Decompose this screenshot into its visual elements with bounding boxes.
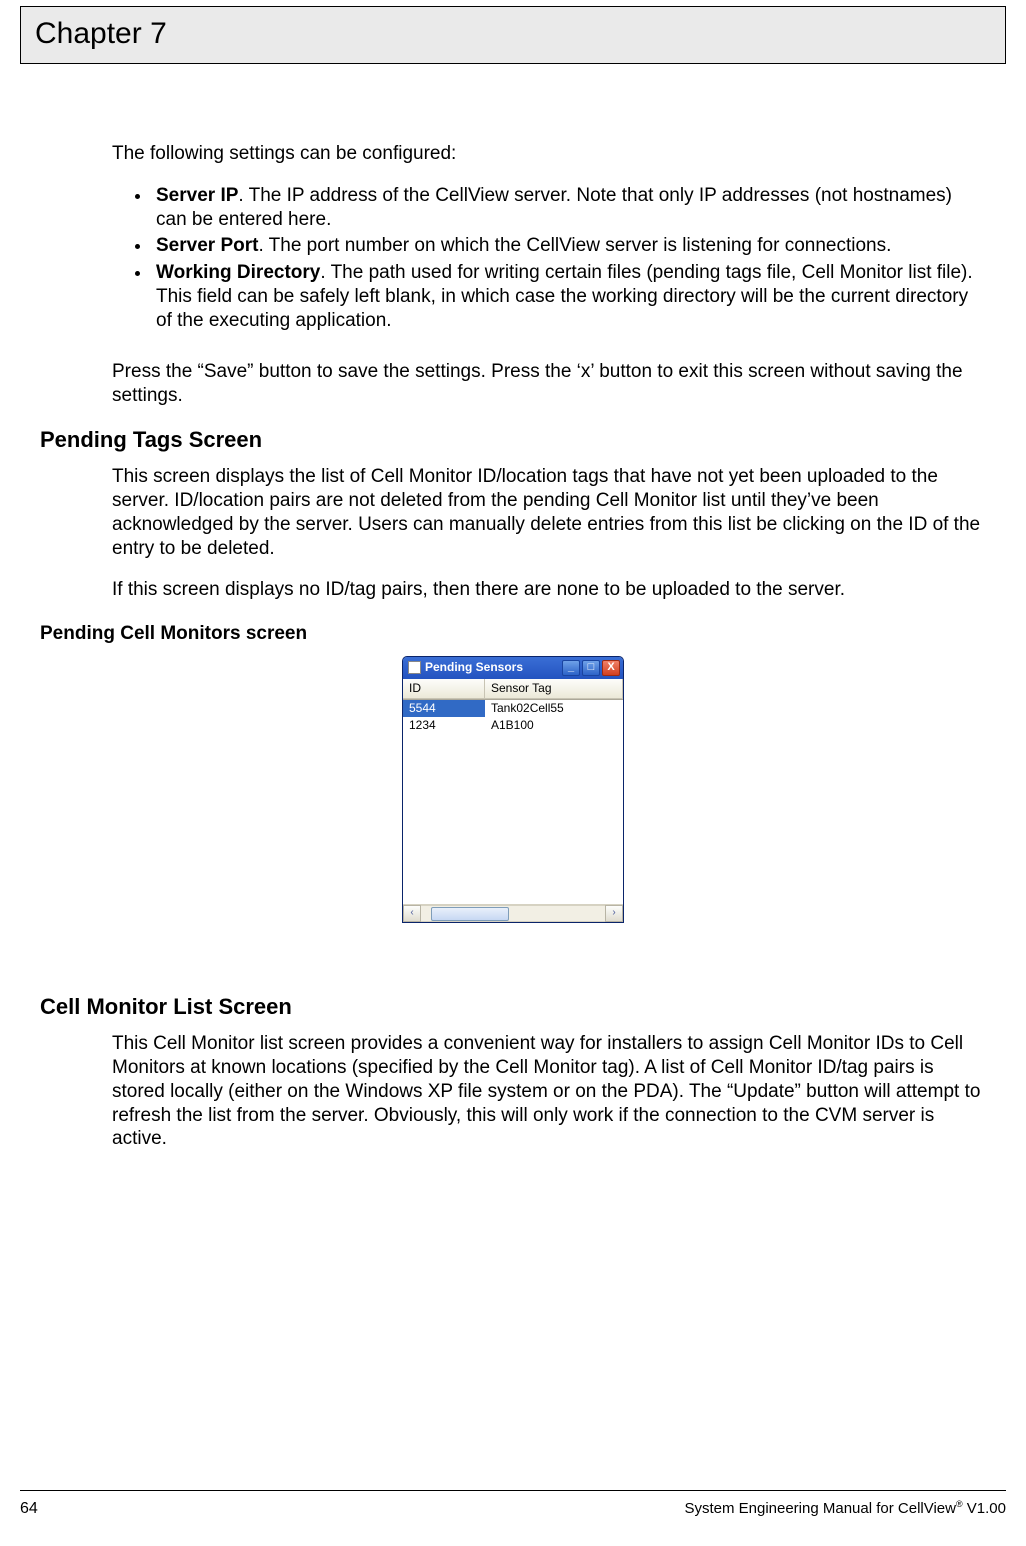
chevron-right-icon: › xyxy=(612,907,615,920)
chevron-left-icon: ‹ xyxy=(410,907,413,920)
table-row[interactable]: 1234 A1B100 xyxy=(403,717,623,734)
maximize-button[interactable]: □ xyxy=(582,660,600,676)
footer-text-1: System Engineering Manual for CellView xyxy=(684,1500,956,1517)
scroll-thumb[interactable] xyxy=(431,907,509,921)
list-area[interactable]: 5544 Tank02Cell55 1234 A1B100 xyxy=(403,700,623,904)
pending-p2: If this screen displays no ID/tag pairs,… xyxy=(112,578,986,602)
save-note: Press the “Save” button to save the sett… xyxy=(112,360,986,408)
minimize-icon: _ xyxy=(568,661,574,675)
figure-caption: Pending Cell Monitors screen xyxy=(40,622,986,646)
registered-mark: ® xyxy=(956,1499,963,1509)
list-item: Server Port. The port number on which th… xyxy=(152,234,980,258)
page-number: 64 xyxy=(20,1500,38,1518)
list-p1: This Cell Monitor list screen provides a… xyxy=(112,1032,986,1151)
chapter-header: Chapter 7 xyxy=(20,6,1006,64)
settings-list: Server IP. The IP address of the CellVie… xyxy=(152,184,986,333)
cell-id: 5544 xyxy=(403,700,485,717)
cell-tag: Tank02Cell55 xyxy=(485,700,623,717)
pending-p1: This screen displays the list of Cell Mo… xyxy=(112,465,986,560)
window-title: Pending Sensors xyxy=(425,660,523,675)
footer-doc-title: System Engineering Manual for CellView® … xyxy=(684,1499,1006,1517)
column-header-tag[interactable]: Sensor Tag xyxy=(485,679,623,699)
page-footer: 64 System Engineering Manual for CellVie… xyxy=(20,1490,1006,1518)
footer-text-2: V1.00 xyxy=(963,1500,1006,1517)
pending-sensors-window: Pending Sensors _ □ X ID Sensor Tag 5544 xyxy=(402,656,624,923)
bullet-text: . The port number on which the CellView … xyxy=(258,235,891,256)
cell-id: 1234 xyxy=(403,717,485,734)
list-item: Server IP. The IP address of the CellVie… xyxy=(152,184,980,232)
scroll-left-button[interactable]: ‹ xyxy=(403,905,421,922)
chapter-title: Chapter 7 xyxy=(35,17,167,50)
section-pending-title: Pending Tags Screen xyxy=(40,426,986,454)
bullet-text: . The IP address of the CellView server.… xyxy=(156,185,952,230)
list-item: Working Directory. The path used for wri… xyxy=(152,261,980,332)
bullet-label: Working Directory xyxy=(156,262,320,283)
scroll-track[interactable] xyxy=(421,905,605,922)
maximize-icon: □ xyxy=(588,661,595,675)
minimize-button[interactable]: _ xyxy=(562,660,580,676)
bullet-label: Server IP xyxy=(156,185,238,206)
section-list-title: Cell Monitor List Screen xyxy=(40,993,986,1021)
app-icon xyxy=(408,661,421,674)
table-row[interactable]: 5544 Tank02Cell55 xyxy=(403,700,623,717)
column-headers: ID Sensor Tag xyxy=(403,679,623,700)
intro-text: The following settings can be configured… xyxy=(112,142,986,166)
column-header-id[interactable]: ID xyxy=(403,679,485,699)
page-content: The following settings can be configured… xyxy=(0,64,1026,1151)
close-button[interactable]: X xyxy=(602,660,620,676)
bullet-label: Server Port xyxy=(156,235,258,256)
figure-wrapper: Pending Sensors _ □ X ID Sensor Tag 5544 xyxy=(40,656,986,923)
horizontal-scrollbar[interactable]: ‹ › xyxy=(403,904,623,922)
window-titlebar[interactable]: Pending Sensors _ □ X xyxy=(403,657,623,679)
scroll-right-button[interactable]: › xyxy=(605,905,623,922)
close-icon: X xyxy=(607,661,614,675)
cell-tag: A1B100 xyxy=(485,717,623,734)
